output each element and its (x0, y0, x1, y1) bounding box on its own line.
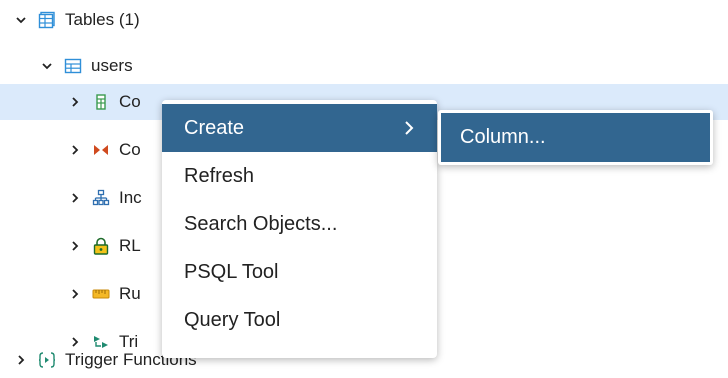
menu-item-label: Search Objects... (184, 212, 338, 235)
tables-icon (38, 11, 56, 29)
chevron-right-icon[interactable] (68, 287, 82, 301)
menu-item-refresh[interactable]: Refresh (162, 152, 437, 200)
create-submenu: Column... (438, 110, 713, 165)
tree-node-label: Ru (119, 284, 141, 303)
tree-node-label: users (91, 56, 133, 75)
menu-item-label: Refresh (184, 164, 255, 187)
table-icon (64, 57, 82, 75)
tree-node-label: Tables (1) (65, 10, 140, 29)
submenu-item-column[interactable]: Column... (441, 113, 710, 162)
indexes-icon (92, 189, 110, 207)
trigger-functions-icon (38, 351, 56, 369)
chevron-down-icon[interactable] (14, 13, 28, 27)
chevron-right-icon[interactable] (68, 191, 82, 205)
tree-node-users-table[interactable]: users (0, 48, 728, 84)
tree-node-label: Co (119, 92, 141, 111)
menu-item-create[interactable]: Create (162, 104, 437, 152)
chevron-right-icon[interactable] (68, 239, 82, 253)
menu-item-psql-tool[interactable]: PSQL Tool (162, 248, 437, 296)
constraints-icon (92, 141, 110, 159)
rules-icon (92, 285, 110, 303)
chevron-right-icon[interactable] (68, 95, 82, 109)
menu-item-label: Create (184, 116, 245, 139)
menu-item-label: PSQL Tool (184, 260, 279, 283)
chevron-right-icon[interactable] (68, 143, 82, 157)
tree-node-label: Inc (119, 188, 142, 207)
menu-item-query-tool[interactable]: Query Tool (162, 296, 437, 344)
submenu-item-label: Column... (460, 126, 546, 148)
tree-node-label: RL (119, 236, 141, 255)
rls-policies-icon (92, 237, 110, 255)
chevron-down-icon[interactable] (40, 59, 54, 73)
context-menu: Create Refresh Search Objects... PSQL To… (162, 100, 437, 358)
tree-node-tables[interactable]: Tables (1) (0, 2, 728, 38)
tree-node-label: Co (119, 140, 141, 159)
menu-item-label: Query Tool (184, 308, 281, 331)
menu-item-search-objects[interactable]: Search Objects... (162, 200, 437, 248)
chevron-right-icon (403, 120, 415, 136)
chevron-right-icon[interactable] (14, 353, 28, 367)
columns-icon (92, 93, 110, 111)
